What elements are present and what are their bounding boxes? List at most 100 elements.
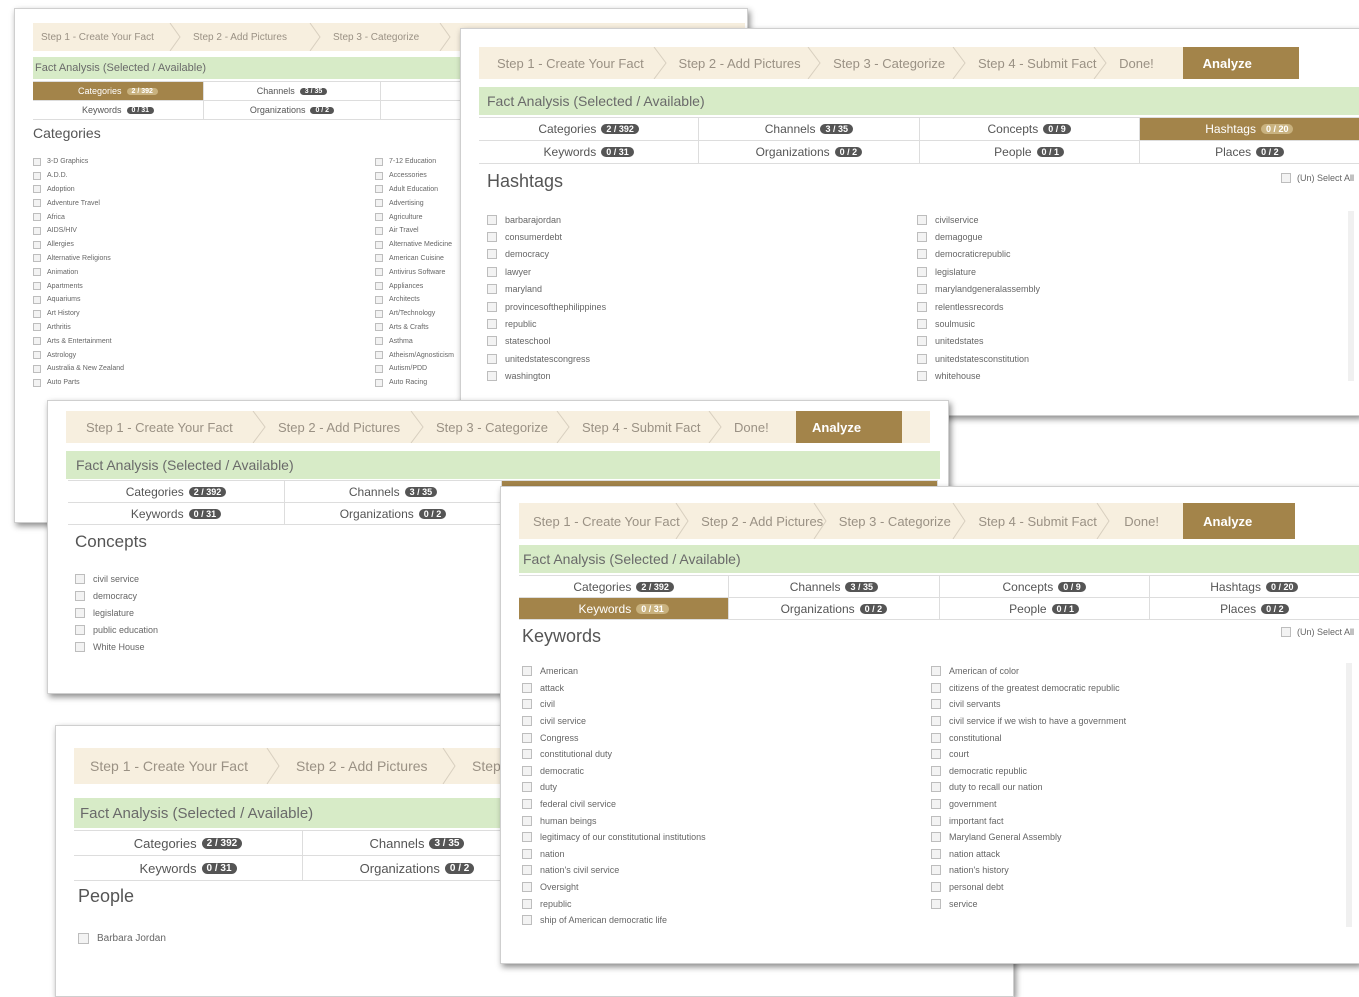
step-analyze-tab[interactable]: Analyze [796, 411, 902, 443]
select-all-checkbox[interactable] [1281, 173, 1291, 183]
list-item[interactable]: republic [522, 895, 922, 912]
list-item[interactable]: Apartments [33, 279, 353, 293]
item-checkbox[interactable] [522, 832, 532, 843]
item-checkbox[interactable] [375, 213, 383, 222]
item-checkbox[interactable] [917, 336, 927, 347]
list-item[interactable]: American of color [931, 663, 1331, 680]
item-checkbox[interactable] [931, 865, 941, 876]
list-item[interactable]: public education [75, 621, 475, 638]
list-item[interactable]: court [931, 746, 1331, 763]
list-item[interactable]: ship of American democratic life [522, 912, 922, 929]
item-checkbox[interactable] [33, 282, 41, 291]
step-3-tab[interactable]: Step 3 - Categorize [821, 47, 966, 79]
list-item[interactable]: civil servants [931, 696, 1331, 713]
list-item[interactable]: demagogue [917, 228, 1317, 245]
list-item[interactable]: Africa [33, 210, 353, 224]
item-checkbox[interactable] [487, 284, 497, 295]
tab-organizations[interactable]: Organizations 0 / 2 [204, 101, 381, 120]
item-checkbox[interactable] [33, 378, 41, 387]
item-checkbox[interactable] [375, 226, 383, 235]
list-item[interactable]: consumerdebt [487, 228, 887, 245]
item-checkbox[interactable] [931, 682, 941, 693]
tab-keywords[interactable]: Keywords 0 / 31 [74, 856, 303, 881]
item-checkbox[interactable] [522, 765, 532, 776]
item-checkbox[interactable] [931, 749, 941, 760]
tab-organizations[interactable]: Organizations 0 / 2 [729, 598, 940, 620]
item-checkbox[interactable] [487, 232, 497, 243]
tab-hashtags[interactable]: Hashtags 0 / 20 [1139, 118, 1359, 141]
item-checkbox[interactable] [33, 364, 41, 373]
item-checkbox[interactable] [33, 171, 41, 180]
tab-keywords[interactable]: Keywords 0 / 31 [519, 598, 730, 620]
step-3-tab[interactable]: Step 3 - Categorize [321, 23, 451, 51]
item-checkbox[interactable] [75, 641, 85, 652]
list-item[interactable]: Aquariums [33, 293, 353, 307]
step-2-tab[interactable]: Step 2 - Add Pictures [266, 411, 424, 443]
item-checkbox[interactable] [487, 249, 497, 260]
item-checkbox[interactable] [522, 782, 532, 793]
item-checkbox[interactable] [375, 295, 383, 304]
step-2-tab[interactable]: Step 2 - Add Pictures [689, 503, 827, 539]
item-checkbox[interactable] [917, 319, 927, 330]
list-item[interactable]: nation's history [931, 862, 1331, 879]
item-checkbox[interactable] [522, 815, 532, 826]
item-checkbox[interactable] [33, 157, 41, 166]
list-item[interactable]: AIDS/HIV [33, 224, 353, 238]
item-checkbox[interactable] [33, 199, 41, 208]
item-checkbox[interactable] [487, 319, 497, 330]
list-item[interactable]: marylandgeneralassembly [917, 281, 1317, 298]
tab-hashtags[interactable]: Hashtags 0 / 20 [1149, 576, 1359, 598]
item-checkbox[interactable] [33, 351, 41, 360]
list-item[interactable]: important fact [931, 812, 1331, 829]
item-checkbox[interactable] [522, 882, 532, 893]
list-item[interactable]: Adoption [33, 183, 353, 197]
step-4-tab[interactable]: Step 4 - Submit Fact [966, 47, 1107, 79]
step-1-tab[interactable]: Step 1 - Create Your Fact [74, 748, 280, 784]
item-checkbox[interactable] [917, 371, 927, 382]
list-item[interactable]: maryland [487, 281, 887, 298]
list-item[interactable]: citizens of the greatest democratic repu… [931, 680, 1331, 697]
item-checkbox[interactable] [75, 573, 85, 584]
item-checkbox[interactable] [522, 699, 532, 710]
item-checkbox[interactable] [522, 749, 532, 760]
tab-channels[interactable]: Channels 3 / 35 [285, 481, 502, 503]
item-checkbox[interactable] [487, 214, 497, 225]
list-item[interactable]: unitedstates [917, 333, 1317, 350]
list-item[interactable]: soulmusic [917, 315, 1317, 332]
step-analyze-tab[interactable]: Analyze [1183, 503, 1295, 539]
item-checkbox[interactable] [375, 185, 383, 194]
item-checkbox[interactable] [487, 371, 497, 382]
list-item[interactable]: legislature [917, 263, 1317, 280]
step-done-tab[interactable]: Done! [722, 411, 796, 443]
list-item[interactable]: constitutional [931, 729, 1331, 746]
list-item[interactable]: human beings [522, 812, 922, 829]
item-checkbox[interactable] [33, 268, 41, 277]
list-item[interactable]: democratic republic [931, 763, 1331, 780]
step-1-tab[interactable]: Step 1 - Create Your Fact [479, 47, 667, 79]
list-item[interactable]: Allergies [33, 238, 353, 252]
item-checkbox[interactable] [33, 213, 41, 222]
tab-people[interactable]: People 0 / 1 [919, 141, 1140, 164]
item-checkbox[interactable] [375, 282, 383, 291]
tab-categories[interactable]: Categories 2 / 392 [519, 576, 730, 598]
list-item[interactable]: democratic [522, 763, 922, 780]
item-checkbox[interactable] [75, 590, 85, 601]
list-item[interactable]: civilservice [917, 211, 1317, 228]
item-checkbox[interactable] [487, 266, 497, 277]
list-item[interactable]: constitutional duty [522, 746, 922, 763]
select-all-toggle[interactable]: (Un) Select All [1281, 627, 1354, 637]
item-checkbox[interactable] [522, 732, 532, 743]
item-checkbox[interactable] [75, 624, 85, 635]
tab-channels[interactable]: Channels 3 / 35 [699, 118, 920, 141]
item-checkbox[interactable] [522, 915, 532, 926]
item-checkbox[interactable] [33, 337, 41, 346]
list-item[interactable]: civil [522, 696, 922, 713]
list-item[interactable]: Oversight [522, 879, 922, 896]
item-checkbox[interactable] [375, 323, 383, 332]
select-all-checkbox[interactable] [1281, 627, 1291, 637]
list-item[interactable]: nation attack [931, 846, 1331, 863]
item-checkbox[interactable] [917, 214, 927, 225]
list-item[interactable]: washington [487, 368, 887, 385]
tab-people[interactable]: People 0 / 1 [939, 598, 1150, 620]
item-checkbox[interactable] [375, 337, 383, 346]
